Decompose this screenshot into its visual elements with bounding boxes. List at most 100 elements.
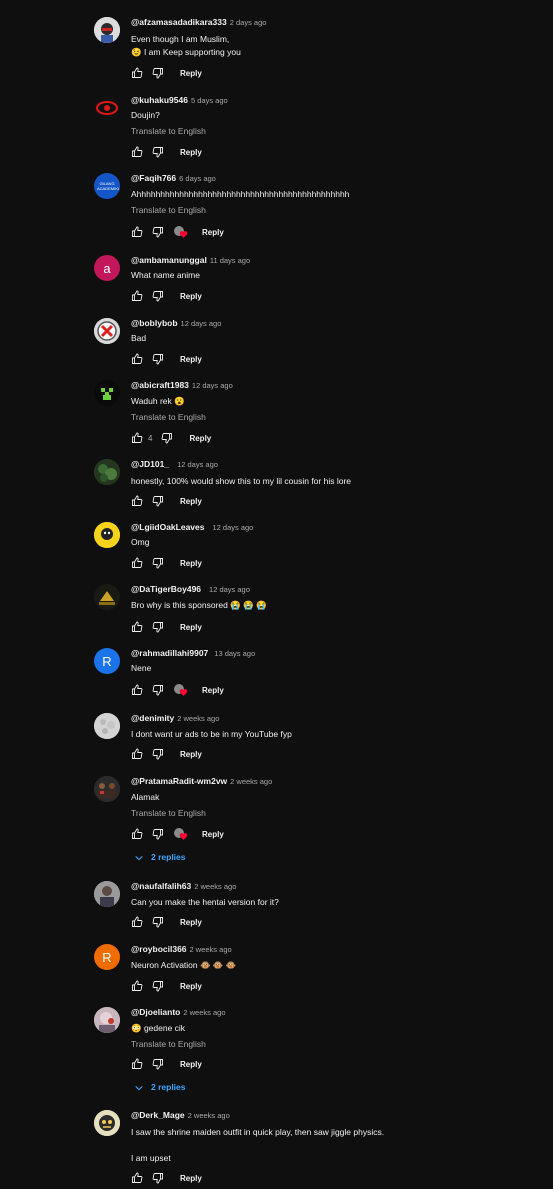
thumb-down-icon[interactable] xyxy=(152,621,164,633)
comment-time[interactable]: 12 days ago xyxy=(209,585,250,594)
comment-author[interactable]: @DaTigerBoy496 xyxy=(131,584,201,594)
reply-button[interactable]: Reply xyxy=(202,228,224,237)
thumb-down-icon[interactable] xyxy=(152,226,164,238)
comment-author[interactable]: @ambamanunggal xyxy=(131,255,207,265)
thumb-down-icon[interactable] xyxy=(152,684,164,696)
avatar[interactable] xyxy=(94,881,120,907)
thumb-up-icon[interactable] xyxy=(131,67,143,79)
reply-button[interactable]: Reply xyxy=(180,69,202,78)
avatar[interactable] xyxy=(94,713,120,739)
avatar[interactable] xyxy=(94,776,120,802)
comment-time[interactable]: 2 weeks ago xyxy=(190,945,232,954)
comment-time[interactable]: 5 days ago xyxy=(191,96,228,105)
comment-author[interactable]: @Faqih766 xyxy=(131,173,176,183)
comment-author[interactable]: @kuhaku9546 xyxy=(131,95,188,105)
translate-link[interactable]: Translate to English xyxy=(131,808,206,819)
thumb-up-icon[interactable] xyxy=(131,290,143,302)
avatar[interactable] xyxy=(94,459,120,485)
comment-author[interactable]: @LgiidOakLeaves xyxy=(131,522,204,532)
reply-button[interactable]: Reply xyxy=(180,918,202,927)
comment-author[interactable]: @abicraft1983 xyxy=(131,380,189,390)
avatar[interactable]: R xyxy=(94,648,120,674)
thumb-down-icon[interactable] xyxy=(152,67,164,79)
thumb-down-icon[interactable] xyxy=(152,557,164,569)
comment-time[interactable]: 2 weeks ago xyxy=(188,1111,230,1120)
comment-author[interactable]: @boblybob xyxy=(131,318,178,328)
reply-button[interactable]: Reply xyxy=(180,148,202,157)
reply-button[interactable]: Reply xyxy=(180,1060,202,1069)
comment-time[interactable]: 2 weeks ago xyxy=(183,1008,225,1017)
thumb-up-icon[interactable] xyxy=(131,557,143,569)
avatar[interactable] xyxy=(94,318,120,344)
comment-author[interactable]: @afzamasadadikara333 xyxy=(131,17,227,27)
avatar[interactable] xyxy=(94,17,120,43)
comment-time[interactable]: 12 days ago xyxy=(192,381,233,390)
reply-button[interactable]: Reply xyxy=(180,750,202,759)
thumb-up-icon[interactable] xyxy=(131,1172,143,1184)
comment-author[interactable]: @PratamaRadit-wm2vw xyxy=(131,776,227,786)
thumb-down-icon[interactable] xyxy=(152,353,164,365)
comment-time[interactable]: 2 weeks ago xyxy=(177,714,219,723)
comment-author[interactable]: @Derk_Mage xyxy=(131,1110,185,1120)
thumb-up-icon[interactable] xyxy=(131,1058,143,1070)
thumb-up-icon[interactable] xyxy=(131,828,143,840)
thumb-up-icon[interactable] xyxy=(131,916,143,928)
translate-link[interactable]: Translate to English xyxy=(131,412,206,423)
reply-button[interactable]: Reply xyxy=(180,355,202,364)
avatar[interactable]: a xyxy=(94,255,120,281)
view-replies-button[interactable]: 2 replies xyxy=(134,852,186,863)
avatar[interactable] xyxy=(94,1007,120,1033)
thumb-down-icon[interactable] xyxy=(152,1058,164,1070)
thumb-up-icon[interactable] xyxy=(131,353,143,365)
reply-button[interactable]: Reply xyxy=(189,434,211,443)
thumb-up-icon[interactable] xyxy=(131,226,143,238)
reply-button[interactable]: Reply xyxy=(202,830,224,839)
avatar[interactable] xyxy=(94,95,120,121)
reply-button[interactable]: Reply xyxy=(180,623,202,632)
thumb-up-icon[interactable] xyxy=(131,980,143,992)
comment-time[interactable]: 12 days ago xyxy=(177,460,218,469)
comment-time[interactable]: 11 days ago xyxy=(210,256,250,265)
comment-author[interactable]: @Djoelianto xyxy=(131,1007,180,1017)
thumb-down-icon[interactable] xyxy=(152,828,164,840)
comment-time[interactable]: 13 days ago xyxy=(214,649,255,658)
translate-link[interactable]: Translate to English xyxy=(131,1039,206,1050)
thumb-up-icon[interactable] xyxy=(131,495,143,507)
thumb-up-icon[interactable] xyxy=(131,748,143,760)
avatar[interactable] xyxy=(94,584,120,610)
avatar[interactable] xyxy=(94,522,120,548)
comment-author[interactable]: @denimity xyxy=(131,713,174,723)
thumb-up-icon[interactable] xyxy=(131,621,143,633)
translate-link[interactable]: Translate to English xyxy=(131,205,206,216)
comment-author[interactable]: @JD101_ xyxy=(131,459,169,469)
reply-button[interactable]: Reply xyxy=(180,292,202,301)
comment-time[interactable]: 12 days ago xyxy=(181,319,222,328)
translate-link[interactable]: Translate to English xyxy=(131,126,206,137)
comment-time[interactable]: 2 weeks ago xyxy=(194,882,236,891)
thumb-down-icon[interactable] xyxy=(161,432,173,444)
avatar[interactable] xyxy=(94,380,120,406)
thumb-up-icon[interactable] xyxy=(131,432,143,444)
thumb-down-icon[interactable] xyxy=(152,748,164,760)
reply-button[interactable]: Reply xyxy=(180,497,202,506)
reply-button[interactable]: Reply xyxy=(202,686,224,695)
thumb-down-icon[interactable] xyxy=(152,146,164,158)
comment-author[interactable]: @naufalfalih63 xyxy=(131,881,191,891)
thumb-up-icon[interactable] xyxy=(131,146,143,158)
comment-time[interactable]: 12 days ago xyxy=(212,523,253,532)
thumb-down-icon[interactable] xyxy=(152,290,164,302)
reply-button[interactable]: Reply xyxy=(180,1174,202,1183)
comment-author[interactable]: @roybocil366 xyxy=(131,944,187,954)
reply-button[interactable]: Reply xyxy=(180,982,202,991)
thumb-down-icon[interactable] xyxy=(152,495,164,507)
thumb-down-icon[interactable] xyxy=(152,916,164,928)
comment-time[interactable]: 6 days ago xyxy=(179,174,216,183)
thumb-down-icon[interactable] xyxy=(152,1172,164,1184)
avatar[interactable]: GILANG ACADEMIKU xyxy=(94,173,120,199)
avatar[interactable]: R xyxy=(94,944,120,970)
reply-button[interactable]: Reply xyxy=(180,559,202,568)
thumb-down-icon[interactable] xyxy=(152,980,164,992)
comment-time[interactable]: 2 days ago xyxy=(230,18,267,27)
comment-author[interactable]: @rahmadillahi9907 xyxy=(131,648,208,658)
thumb-up-icon[interactable] xyxy=(131,684,143,696)
